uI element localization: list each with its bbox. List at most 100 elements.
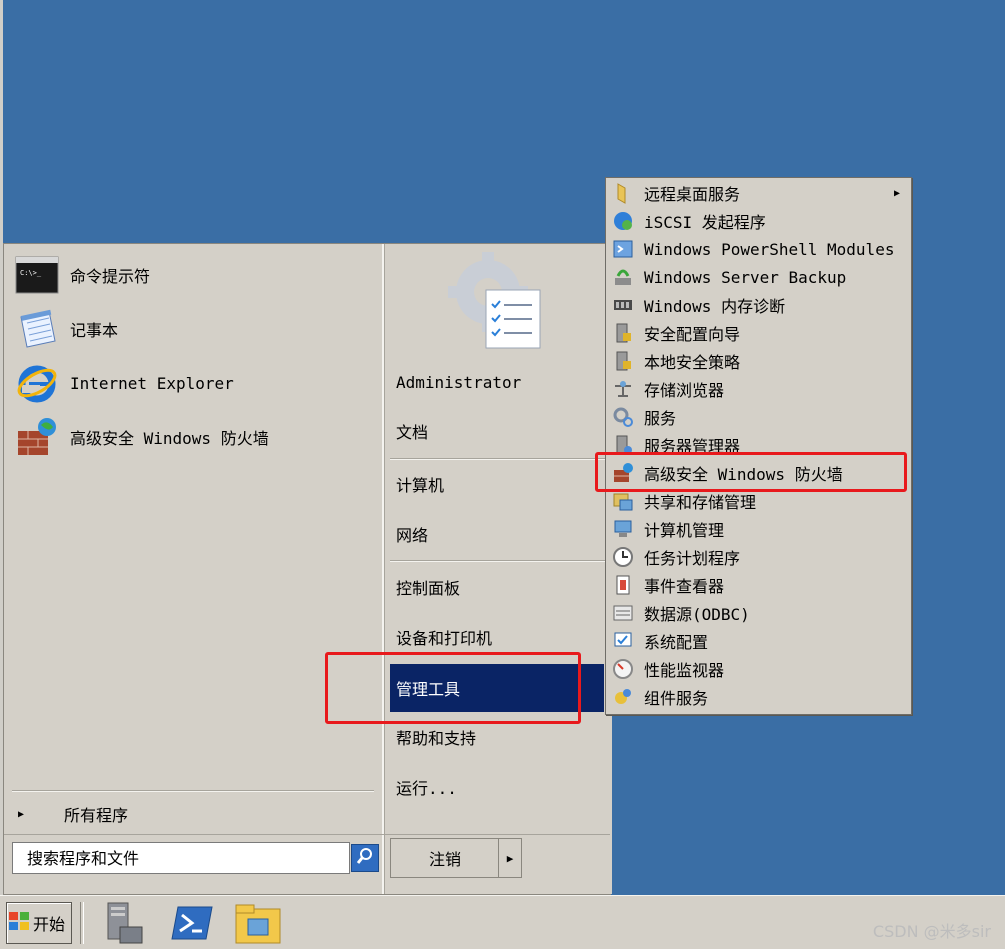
pinned-firewall-label: 高级安全 Windows 防火墙 xyxy=(70,429,269,448)
submenu-item[interactable]: 性能监视器 xyxy=(608,655,908,683)
submenu-item[interactable]: 组件服务 xyxy=(608,683,908,711)
annotation-admin-tools xyxy=(325,652,581,724)
menu-documents[interactable]: 文档 xyxy=(396,413,606,449)
menu-control-panel[interactable]: 控制面板 xyxy=(396,569,606,605)
submenu-item-label: 安全配置向导 xyxy=(644,325,741,344)
event-viewer-icon xyxy=(610,573,636,597)
search-icon xyxy=(356,847,374,869)
submenu-item[interactable]: 安全配置向导 xyxy=(608,319,908,347)
submenu-arrow-icon: ▶ xyxy=(893,187,900,199)
submenu-item-label: 远程桌面服务 xyxy=(644,185,741,204)
submenu-item[interactable]: Windows PowerShell Modules xyxy=(608,235,908,263)
search-box xyxy=(12,842,350,874)
start-menu: C:\>_ 命令提示符 记事本 Internet Explorer 高级安全 W… xyxy=(3,243,620,895)
annotation-firewall xyxy=(595,452,907,492)
server-manager-taskbar-icon[interactable] xyxy=(100,900,148,946)
left-separator xyxy=(12,790,374,792)
submenu-item-label: 数据源(ODBC) xyxy=(644,605,750,624)
submenu-item-label: Windows PowerShell Modules xyxy=(644,239,895,259)
watermark: CSDN @米多sir xyxy=(872,922,991,941)
all-programs[interactable]: ▶ 所有程序 xyxy=(14,799,374,829)
taskbar-separator xyxy=(80,902,84,944)
submenu-item-label: 本地安全策略 xyxy=(644,353,741,372)
submenu-item-label: 存储浏览器 xyxy=(644,381,725,400)
submenu-item[interactable]: 数据源(ODBC) xyxy=(608,599,908,627)
explorer-taskbar-icon[interactable] xyxy=(234,900,282,946)
menu-computer[interactable]: 计算机 xyxy=(396,466,606,502)
submenu-item-label: 组件服务 xyxy=(644,689,709,708)
menu-network[interactable]: 网络 xyxy=(396,516,606,552)
submenu-item[interactable]: 服务 xyxy=(608,403,908,431)
menu-run[interactable]: 运行... xyxy=(396,769,606,805)
security-wizard-icon xyxy=(610,321,636,345)
share-storage-icon xyxy=(610,489,636,513)
all-programs-arrow-icon: ▶ xyxy=(18,808,25,820)
search-input[interactable] xyxy=(13,847,349,869)
cmd-icon: C:\>_ xyxy=(14,252,60,298)
submenu-item-label: iSCSI 发起程序 xyxy=(644,213,766,232)
user-picture-icon xyxy=(444,252,544,352)
submenu-item-label: 计算机管理 xyxy=(644,521,725,540)
submenu-item[interactable]: 任务计划程序 xyxy=(608,543,908,571)
pinned-cmd[interactable]: C:\>_ 命令提示符 xyxy=(14,250,374,300)
menu-administrator[interactable]: Administrator xyxy=(396,364,606,400)
submenu-item-label: 系统配置 xyxy=(644,633,709,652)
submenu-item[interactable]: 远程桌面服务 ▶ xyxy=(608,179,908,207)
powershell-modules-icon xyxy=(610,237,636,261)
submenu-item[interactable]: iSCSI 发起程序 xyxy=(608,207,908,235)
component-services-icon xyxy=(610,685,636,709)
submenu-item-label: 任务计划程序 xyxy=(644,549,741,568)
all-programs-label: 所有程序 xyxy=(64,806,129,825)
logoff-label: 注销 xyxy=(428,850,461,869)
submenu-item[interactable]: 存储浏览器 xyxy=(608,375,908,403)
taskbar: 开始 CSDN @米多sir xyxy=(0,895,1005,949)
task-scheduler-icon xyxy=(610,545,636,569)
bottom-separator xyxy=(4,834,610,835)
menu-devices-printers[interactable]: 设备和打印机 xyxy=(396,619,606,655)
firewall-icon xyxy=(14,414,60,460)
submenu-item-label: 服务 xyxy=(644,409,677,428)
logoff-options-button[interactable]: ▶ xyxy=(498,838,522,878)
submenu-item[interactable]: Windows 内存诊断 xyxy=(608,291,908,319)
start-menu-right-pane: Administrator 文档 计算机 网络 控制面板 设备和打印机 管理工具… xyxy=(382,244,620,894)
ie-icon xyxy=(14,360,60,406)
pinned-notepad-label: 记事本 xyxy=(70,321,119,340)
powershell-taskbar-icon[interactable] xyxy=(168,900,216,946)
notepad-icon xyxy=(14,306,60,352)
storage-explorer-icon xyxy=(610,377,636,401)
pinned-firewall[interactable]: 高级安全 Windows 防火墙 xyxy=(14,412,374,462)
submenu-item[interactable]: Windows Server Backup xyxy=(608,263,908,291)
start-menu-left-pane: C:\>_ 命令提示符 记事本 Internet Explorer 高级安全 W… xyxy=(4,244,382,894)
logoff-button[interactable]: 注销 xyxy=(390,838,500,878)
pinned-ie[interactable]: Internet Explorer xyxy=(14,358,374,408)
pinned-cmd-label: 命令提示符 xyxy=(70,267,151,286)
folder-icon xyxy=(610,181,636,205)
start-button[interactable]: 开始 xyxy=(6,902,72,944)
system-config-icon xyxy=(610,629,636,653)
submenu-item[interactable]: 计算机管理 xyxy=(608,515,908,543)
services-icon xyxy=(610,405,636,429)
windows-logo-icon xyxy=(7,909,31,937)
iscsi-icon xyxy=(610,209,636,233)
submenu-item-label: Windows Server Backup xyxy=(644,267,847,287)
local-policy-icon xyxy=(610,349,636,373)
submenu-item-label: Windows 内存诊断 xyxy=(644,297,786,316)
computer-management-icon xyxy=(610,517,636,541)
odbc-icon xyxy=(610,601,636,625)
logoff-arrow-icon: ▶ xyxy=(506,851,514,865)
pinned-ie-label: Internet Explorer xyxy=(70,373,234,393)
pinned-notepad[interactable]: 记事本 xyxy=(14,304,374,354)
submenu-item[interactable]: 事件查看器 xyxy=(608,571,908,599)
submenu-item[interactable]: 系统配置 xyxy=(608,627,908,655)
start-label: 开始 xyxy=(33,915,66,934)
right-separator-1 xyxy=(390,458,606,460)
submenu-item-label: 性能监视器 xyxy=(644,661,725,680)
menu-help[interactable]: 帮助和支持 xyxy=(396,719,606,755)
search-button[interactable] xyxy=(351,844,379,872)
svg-text:C:\>_: C:\>_ xyxy=(20,269,42,277)
backup-icon xyxy=(610,265,636,289)
submenu-item[interactable]: 本地安全策略 xyxy=(608,347,908,375)
performance-monitor-icon xyxy=(610,657,636,681)
admin-tools-submenu: 远程桌面服务 ▶ iSCSI 发起程序 Windows PowerShell M… xyxy=(605,177,912,715)
submenu-item-label: 事件查看器 xyxy=(644,577,725,596)
